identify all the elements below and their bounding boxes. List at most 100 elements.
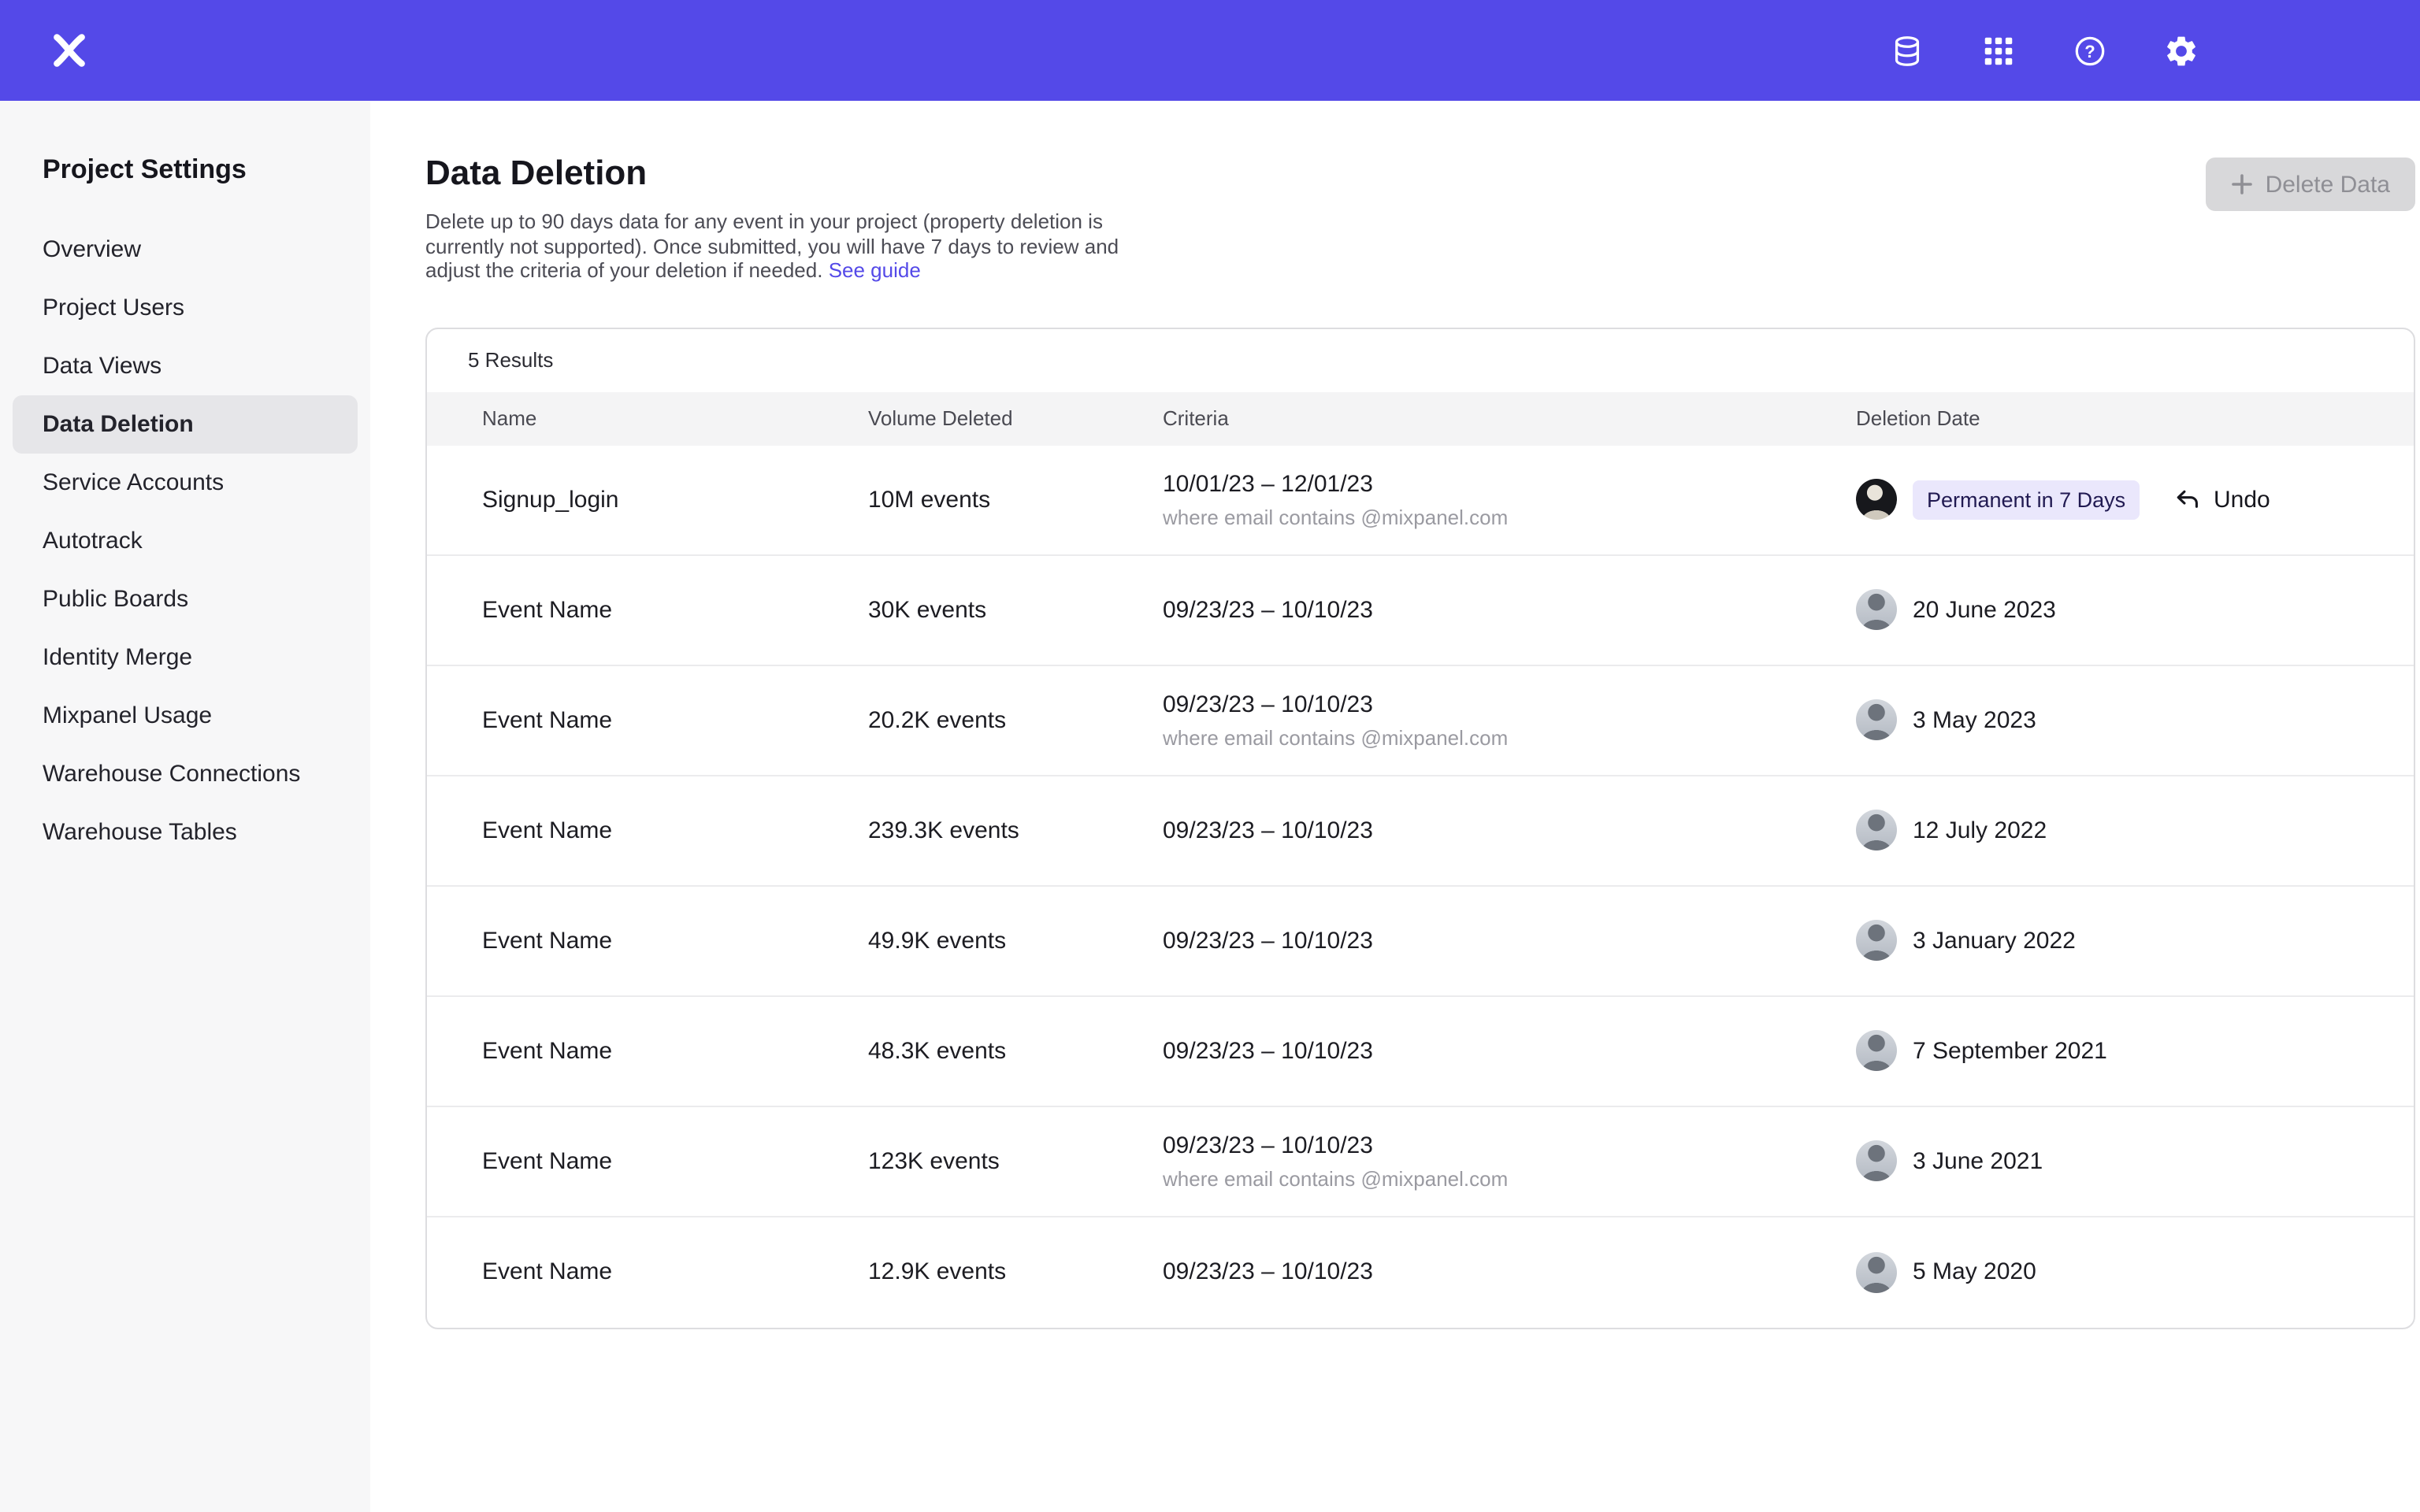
column-header-criteria: Criteria [1163,406,1856,430]
avatar [1856,810,1897,850]
row-volume: 30K events [868,596,1163,623]
row-criteria-filter: where email contains @mixpanel.com [1163,505,1856,528]
settings-sidebar: Project Settings Overview Project Users … [0,101,370,1512]
sidebar-item-public-boards[interactable]: Public Boards [13,570,358,628]
sidebar-item-label: Data Views [43,353,161,380]
sidebar-item-service-accounts[interactable]: Service Accounts [13,454,358,512]
settings-icon[interactable] [2155,25,2206,76]
avatar [1856,1140,1897,1181]
sidebar-item-mixpanel-usage[interactable]: Mixpanel Usage [13,687,358,745]
table-row: Event Name 239.3K events 09/23/23 – 10/1… [427,776,2414,886]
row-deletion-date-text: 7 September 2021 [1913,1037,2107,1064]
mixpanel-logo-icon [49,30,90,71]
avatar [1856,479,1897,520]
row-name: Event Name [482,927,868,954]
undo-button-label: Undo [2214,486,2270,513]
avatar [1856,699,1897,740]
column-header-deletion-date: Deletion Date [1856,406,2173,430]
row-deletion-date-text: 3 May 2023 [1913,706,2036,733]
sidebar-item-data-views[interactable]: Data Views [13,337,358,395]
sidebar-item-label: Warehouse Tables [43,819,237,846]
row-name: Event Name [482,1147,868,1174]
top-navbar: ? [0,0,2420,101]
sidebar-item-label: Service Accounts [43,469,224,496]
row-criteria: 09/23/23 – 10/10/23 [1163,596,1856,623]
column-header-name: Name [482,406,868,430]
row-deletion-date-text: 5 May 2020 [1913,1258,2036,1285]
row-deletion-date: 3 January 2022 [1856,920,2173,961]
page-description: Delete up to 90 days data for any event … [425,209,1142,283]
sidebar-item-data-deletion[interactable]: Data Deletion [13,395,358,454]
row-volume: 48.3K events [868,1037,1163,1064]
table-row: Signup_login 10M events 10/01/23 – 12/01… [427,445,2414,555]
row-deletion-date: 3 May 2023 [1856,699,2173,740]
app-window: ? Project Settings Overview Project User… [0,0,2420,1512]
svg-text:?: ? [2084,41,2094,61]
row-criteria: 09/23/23 – 10/10/23 [1163,1037,1856,1064]
row-name: Event Name [482,817,868,843]
avatar [1856,1030,1897,1071]
avatar [1856,589,1897,630]
row-deletion-date: 5 May 2020 [1856,1251,2173,1292]
row-name: Signup_login [482,486,868,513]
sidebar-item-warehouse-tables[interactable]: Warehouse Tables [13,803,358,862]
see-guide-link[interactable]: See guide [829,258,921,282]
row-deletion-date: 20 June 2023 [1856,589,2173,630]
row-criteria-range: 09/23/23 – 10/10/23 [1163,596,1856,623]
table-row: Event Name 48.3K events 09/23/23 – 10/10… [427,996,2414,1106]
help-icon[interactable]: ? [2064,25,2114,76]
row-criteria-filter: where email contains @mixpanel.com [1163,725,1856,749]
row-criteria-range: 09/23/23 – 10/10/23 [1163,1037,1856,1064]
row-name: Event Name [482,1037,868,1064]
apps-grid-icon[interactable] [1973,25,2023,76]
sidebar-item-label: Data Deletion [43,411,194,438]
row-criteria-filter: where email contains @mixpanel.com [1163,1166,1856,1190]
sidebar-item-autotrack[interactable]: Autotrack [13,512,358,570]
sidebar-item-project-users[interactable]: Project Users [13,279,358,337]
row-volume: 239.3K events [868,817,1163,843]
data-pipelines-icon[interactable] [1881,25,1932,76]
row-deletion-date: Permanent in 7 Days [1856,479,2173,520]
row-deletion-date-text: 3 January 2022 [1913,927,2076,954]
row-volume: 12.9K events [868,1258,1163,1285]
row-name: Event Name [482,596,868,623]
table-row: Event Name 123K events 09/23/23 – 10/10/… [427,1106,2414,1217]
row-volume: 49.9K events [868,927,1163,954]
row-criteria: 09/23/23 – 10/10/23 [1163,817,1856,843]
undo-button[interactable]: Undo [2173,485,2414,513]
row-criteria: 09/23/23 – 10/10/23 [1163,927,1856,954]
undo-icon [2173,485,2201,513]
sidebar-item-identity-merge[interactable]: Identity Merge [13,628,358,687]
table-row: Event Name 12.9K events 09/23/23 – 10/10… [427,1217,2414,1327]
delete-data-button[interactable]: Delete Data [2206,158,2415,211]
sidebar-item-label: Project Users [43,295,184,321]
plus-icon [2231,173,2253,195]
row-deletion-date: 7 September 2021 [1856,1030,2173,1071]
table-row: Event Name 30K events 09/23/23 – 10/10/2… [427,555,2414,665]
page-header: Data Deletion Delete up to 90 days data … [425,101,2415,283]
page-header-text: Data Deletion Delete up to 90 days data … [425,153,1142,283]
table-header-row: Name Volume Deleted Criteria Deletion Da… [427,391,2414,445]
sidebar-item-label: Autotrack [43,528,143,554]
mixpanel-logo[interactable] [44,25,95,76]
row-criteria: 10/01/23 – 12/01/23 where email contains… [1163,470,1856,528]
sidebar-item-overview[interactable]: Overview [13,220,358,279]
sidebar-item-label: Overview [43,236,141,263]
row-name: Event Name [482,706,868,733]
row-name: Event Name [482,1258,868,1285]
sidebar-item-warehouse-connections[interactable]: Warehouse Connections [13,745,358,803]
row-criteria: 09/23/23 – 10/10/23 [1163,1258,1856,1285]
table-row: Event Name 20.2K events 09/23/23 – 10/10… [427,665,2414,776]
delete-data-button-label: Delete Data [2266,171,2390,198]
row-volume: 10M events [868,486,1163,513]
table-body: Signup_login 10M events 10/01/23 – 12/01… [427,445,2414,1327]
sidebar-items: Overview Project Users Data Views Data D… [0,220,370,862]
sidebar-item-label: Identity Merge [43,644,192,671]
avatar [1856,920,1897,961]
row-criteria-range: 09/23/23 – 10/10/23 [1163,1132,1856,1158]
column-header-volume: Volume Deleted [868,406,1163,430]
table-row: Event Name 49.9K events 09/23/23 – 10/10… [427,886,2414,996]
row-deletion-date: 3 June 2021 [1856,1140,2173,1181]
row-criteria-range: 09/23/23 – 10/10/23 [1163,817,1856,843]
row-criteria: 09/23/23 – 10/10/23 where email contains… [1163,691,1856,749]
